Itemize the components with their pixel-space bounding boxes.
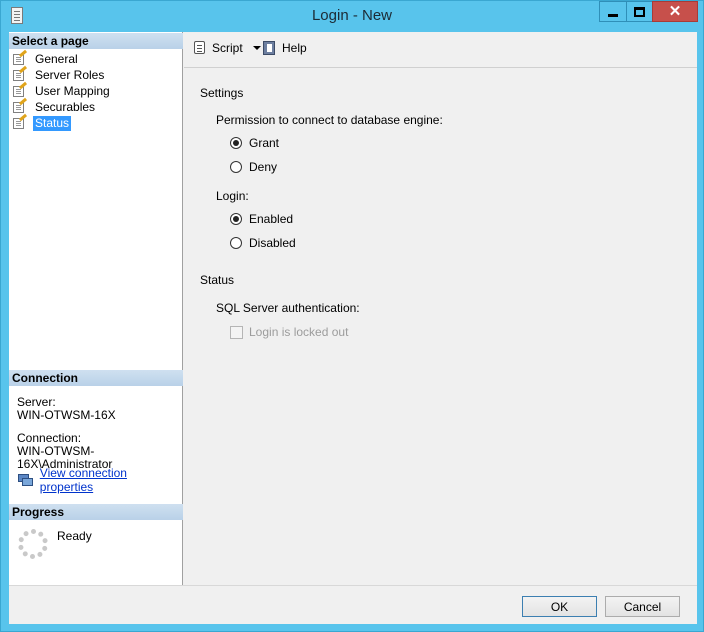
page-item-label: Server Roles	[35, 67, 105, 82]
maximize-icon	[634, 6, 645, 17]
sql-auth-label: SQL Server authentication:	[216, 301, 360, 315]
permission-label: Permission to connect to database engine…	[216, 113, 443, 127]
radio-deny-indicator[interactable]	[230, 161, 242, 173]
ok-button[interactable]: OK	[522, 596, 597, 617]
maximize-button[interactable]	[626, 1, 653, 22]
login-new-window: Login - New ✕ Select a page General Serv…	[0, 0, 704, 632]
toolbar: Script Help	[184, 32, 697, 68]
select-page-header: Select a page	[9, 33, 183, 49]
minimize-icon	[608, 14, 618, 17]
script-icon	[192, 40, 208, 56]
dialog-footer: OK Cancel	[9, 585, 697, 624]
radio-grant[interactable]: Grant	[230, 136, 279, 150]
page-item-label: User Mapping	[35, 83, 110, 98]
radio-enabled-indicator[interactable]	[230, 213, 242, 225]
page-item-general[interactable]: General	[12, 49, 182, 67]
page-list: General Server Roles User Mapping Secura…	[12, 49, 182, 131]
progress-header: Progress	[9, 504, 183, 520]
wrench-page-icon	[12, 49, 28, 66]
help-button[interactable]: Help	[262, 40, 307, 56]
view-connection-properties-link[interactable]: View connection properties	[40, 466, 182, 494]
chevron-down-icon[interactable]	[252, 46, 261, 50]
login-label: Login:	[216, 189, 249, 203]
radio-grant-label: Grant	[249, 136, 280, 150]
status-section-title: Status	[200, 273, 235, 287]
server-value: WIN-OTWSM-16X	[17, 408, 116, 422]
radio-enabled[interactable]: Enabled	[230, 212, 293, 226]
radio-enabled-label: Enabled	[249, 212, 294, 226]
title-bar[interactable]: Login - New ✕	[1, 1, 703, 31]
radio-deny-label: Deny	[249, 160, 278, 174]
network-icon	[17, 473, 34, 487]
script-button[interactable]: Script	[192, 40, 261, 56]
radio-disabled[interactable]: Disabled	[230, 236, 296, 250]
script-label: Script	[212, 41, 243, 55]
view-connection-properties[interactable]: View connection properties	[17, 466, 182, 494]
cancel-button[interactable]: Cancel	[605, 596, 680, 617]
close-icon: ✕	[668, 3, 682, 20]
close-button[interactable]: ✕	[652, 1, 698, 22]
settings-section-title: Settings	[200, 86, 244, 100]
wrench-page-icon	[12, 97, 28, 114]
page-item-label: General	[35, 51, 78, 66]
right-pane: Script Help Settings Permission to conne…	[184, 32, 697, 585]
window-title: Login - New	[311, 7, 393, 24]
radio-deny[interactable]: Deny	[230, 160, 277, 174]
connection-header: Connection	[9, 370, 183, 386]
page-item-label: Status	[33, 115, 72, 131]
page-item-user-mapping[interactable]: User Mapping	[12, 81, 182, 99]
dialog-client-area: Select a page General Server Roles User …	[9, 32, 697, 624]
left-pane: Select a page General Server Roles User …	[9, 32, 183, 585]
radio-grant-indicator[interactable]	[230, 137, 242, 149]
progress-status: Ready	[57, 529, 92, 543]
progress-spinner-icon	[17, 529, 49, 559]
page-item-status[interactable]: Status	[12, 113, 182, 131]
page-item-label: Securables	[35, 99, 96, 114]
login-locked-out-box	[230, 325, 243, 339]
page-item-securables[interactable]: Securables	[12, 97, 182, 115]
login-locked-out-label: Login is locked out	[249, 325, 349, 339]
wrench-page-icon	[12, 65, 28, 82]
radio-disabled-label: Disabled	[249, 236, 296, 250]
help-label: Help	[282, 41, 307, 55]
wrench-page-icon	[12, 81, 28, 98]
minimize-button[interactable]	[599, 1, 627, 22]
help-icon	[262, 40, 278, 56]
login-locked-out-checkbox: Login is locked out	[230, 325, 348, 339]
wrench-page-icon	[12, 113, 28, 130]
page-item-server-roles[interactable]: Server Roles	[12, 65, 182, 83]
radio-disabled-indicator[interactable]	[230, 237, 242, 249]
